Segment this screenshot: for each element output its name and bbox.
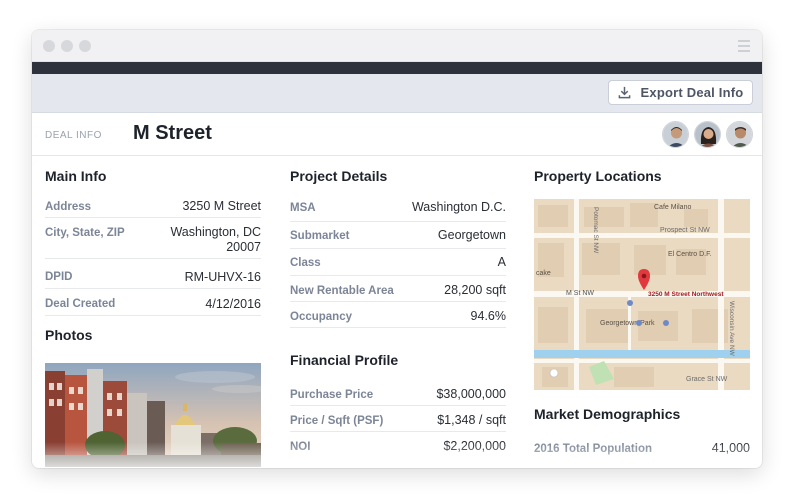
map-label-cafe: Cafe Milano <box>654 204 691 211</box>
row-value: Washington, DC <box>170 225 261 239</box>
row-label: MSA <box>290 202 316 214</box>
map-label-cake: cake <box>536 270 551 277</box>
project-details-row: New Rentable Area 28,200 sqft <box>290 276 506 302</box>
row-label: Occupancy <box>290 311 352 323</box>
window-titlebar <box>32 30 762 62</box>
project-details-row: Submarket Georgetown <box>290 222 506 249</box>
row-value: 4/12/2016 <box>205 297 261 311</box>
export-button-label: Export Deal Info <box>640 85 744 100</box>
property-photo[interactable] <box>45 363 261 467</box>
row-value: 28,200 sqft <box>444 283 506 297</box>
row-value: 94.6% <box>470 309 506 323</box>
row-label: Submarket <box>290 230 350 242</box>
avatar[interactable] <box>662 121 689 148</box>
row-label: Address <box>45 201 92 213</box>
project-details-row: Class A <box>290 249 506 276</box>
export-deal-info-button[interactable]: Export Deal Info <box>608 80 753 105</box>
top-nav-bar <box>32 62 762 74</box>
avatar[interactable] <box>694 121 721 148</box>
row-label: Price / Sqft (PSF) <box>290 415 384 427</box>
property-map[interactable]: Cafe Milano Prospect St NW El Centro D.F… <box>534 199 750 390</box>
team-avatars <box>657 121 753 148</box>
row-label: DPID <box>45 271 73 283</box>
row-value: 3250 M Street <box>182 199 261 213</box>
map-label-m-st: M St NW <box>566 290 594 297</box>
deal-content: Main Info Address 3250 M Street City, St… <box>32 156 762 468</box>
download-icon <box>618 86 630 99</box>
project-details-row: MSA Washington D.C. <box>290 196 506 222</box>
avatar[interactable] <box>726 121 753 148</box>
map-marker-label: 3250 M Street Northwest <box>648 291 724 298</box>
row-value: Washington D.C. <box>411 200 506 214</box>
property-locations-title: Property Locations <box>534 168 662 184</box>
financial-profile-row: Price / Sqft (PSF) $1,348 / sqft <box>290 406 506 432</box>
map-label-potomac-st: Potomac St NW <box>592 207 599 254</box>
main-info-row: DPID RM-UHVX-16 <box>45 259 261 289</box>
row-label: City, State, ZIP <box>45 227 125 239</box>
map-label-wisconsin-ave: Wisconsin Ave NW <box>728 301 735 357</box>
map-label-el-centro: El Centro D.F. <box>668 251 712 258</box>
financial-profile-title: Financial Profile <box>290 352 399 368</box>
main-info-row: Deal Created 4/12/2016 <box>45 289 261 316</box>
row-value-line2: 20007 <box>226 240 261 254</box>
project-details-row: Occupancy 94.6% <box>290 302 506 328</box>
hamburger-menu-icon[interactable] <box>738 40 750 52</box>
map-poi-icon <box>627 300 633 306</box>
main-info-title: Main Info <box>45 168 107 184</box>
financial-profile-row: Purchase Price $38,000,000 <box>290 380 506 406</box>
map-label-grace-st: Grace St NW <box>686 376 728 383</box>
row-label: Class <box>290 257 321 269</box>
window-control-minimize[interactable] <box>61 40 73 52</box>
window-control-maximize[interactable] <box>79 40 91 52</box>
row-value: $2,200,000 <box>443 439 506 453</box>
row-label: Purchase Price <box>290 389 374 401</box>
market-demographics-row: 2016 Total Population 41,000 <box>534 434 750 460</box>
row-value: RM-UHVX-16 <box>184 270 261 284</box>
map-label-prospect-st: Prospect St NW <box>660 227 710 234</box>
row-value: A <box>497 255 506 269</box>
row-value: 41,000 <box>711 441 750 455</box>
window-control-close[interactable] <box>43 40 55 52</box>
row-label: Deal Created <box>45 298 116 310</box>
row-value: $1,348 / sqft <box>437 413 506 427</box>
photos-title: Photos <box>45 327 93 343</box>
main-info-row: Address 3250 M Street <box>45 196 261 218</box>
main-info-row: City, State, ZIP Washington, DC 20007 <box>45 218 261 259</box>
map-poi-icon <box>663 320 669 326</box>
map-poi-icon <box>549 368 559 378</box>
map-label-georgetown-park: Georgetown Park <box>600 320 655 327</box>
row-label: 2016 Total Population <box>534 443 652 455</box>
project-details-title: Project Details <box>290 168 388 184</box>
row-value: $38,000,000 <box>436 387 506 401</box>
toolbar: Export Deal Info <box>32 74 762 113</box>
row-label: New Rentable Area <box>290 285 394 297</box>
deal-info-label: DEAL INFO <box>45 130 102 141</box>
row-value: Georgetown <box>437 228 506 242</box>
market-demographics-title: Market Demographics <box>534 406 681 422</box>
app-window: Export Deal Info DEAL INFO M Street Main… <box>32 30 762 468</box>
map-poi-icon <box>636 320 642 326</box>
page-title: M Street <box>133 122 212 144</box>
financial-profile-row: NOI $2,200,000 <box>290 432 506 458</box>
deal-header: DEAL INFO M Street <box>32 113 762 156</box>
row-label: NOI <box>290 441 311 453</box>
